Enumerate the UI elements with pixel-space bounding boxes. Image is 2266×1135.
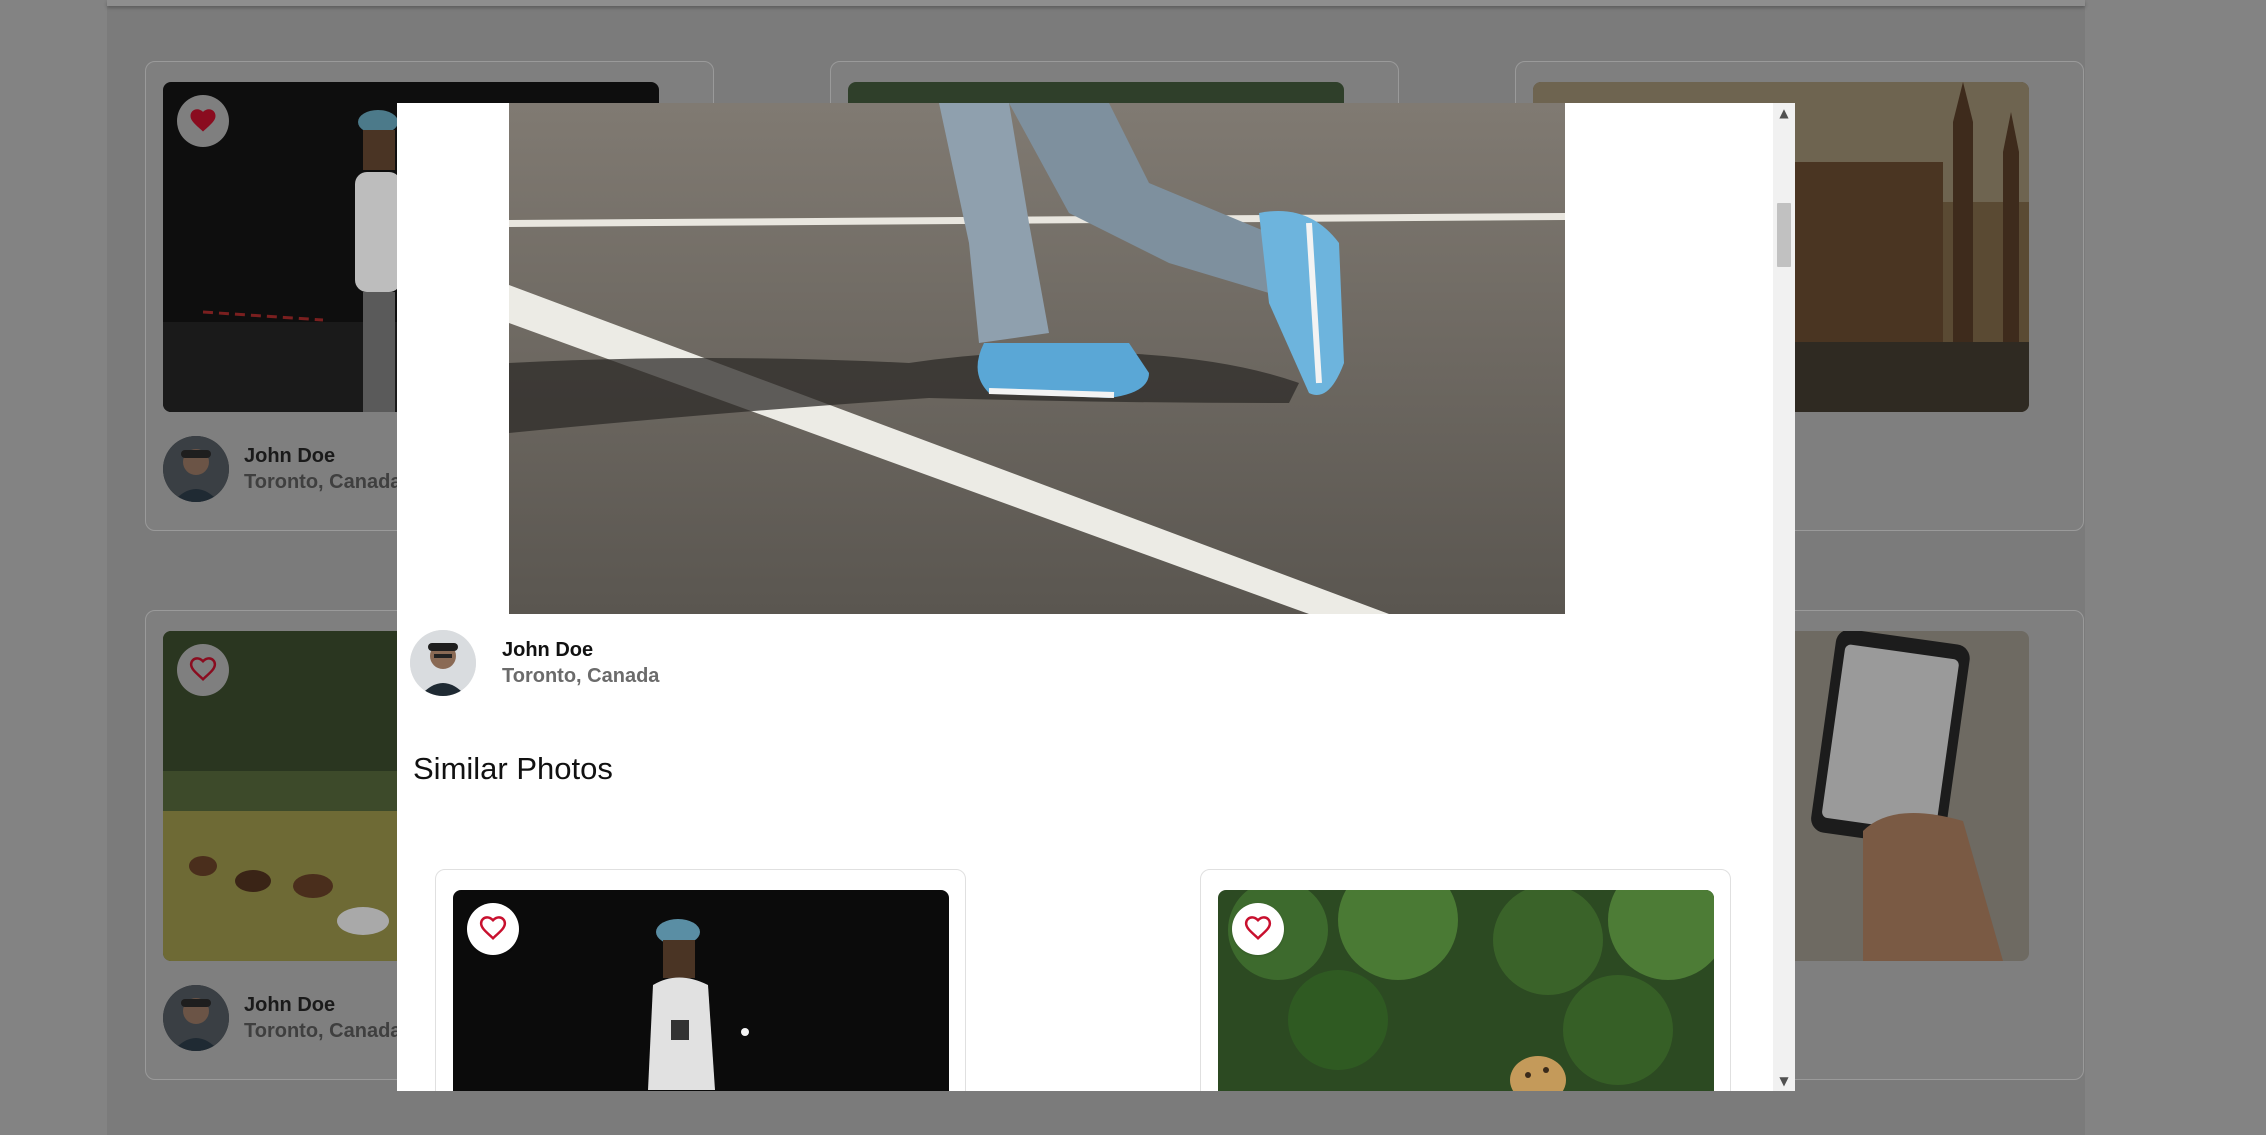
- heart-filled-icon: [188, 105, 218, 137]
- author-name: John Doe: [244, 445, 336, 467]
- author-name: John Doe: [244, 994, 336, 1016]
- similar-photos-heading: Similar Photos: [413, 751, 613, 786]
- card-photo[interactable]: [453, 890, 949, 1091]
- top-bar: [107, 0, 2085, 6]
- card-author: John Doe Toronto, Canada: [163, 436, 401, 502]
- like-button[interactable]: [467, 903, 519, 955]
- author-name: John Doe: [502, 639, 594, 661]
- author-location: Toronto, Canada: [244, 1020, 402, 1042]
- photo-modal: John Doe Toronto, Canada Similar Photos: [397, 103, 1795, 1091]
- card-photo[interactable]: [1218, 890, 1714, 1091]
- modal-author: John Doe Toronto, Canada: [410, 630, 659, 696]
- author-location: Toronto, Canada: [502, 665, 660, 687]
- similar-photo-card[interactable]: [435, 869, 966, 1091]
- card-author: John Doe Toronto, Canada: [163, 985, 401, 1051]
- similar-photo-card[interactable]: [1200, 869, 1731, 1091]
- heart-outline-icon: [1243, 913, 1273, 945]
- heart-outline-icon: [188, 654, 218, 686]
- scroll-thumb[interactable]: [1777, 203, 1791, 267]
- avatar[interactable]: [410, 630, 476, 696]
- like-button[interactable]: [177, 644, 229, 696]
- avatar[interactable]: [163, 436, 229, 502]
- modal-scrollbar[interactable]: ▲ ▼: [1773, 103, 1795, 1091]
- heart-outline-icon: [478, 913, 508, 945]
- author-location: Toronto, Canada: [244, 471, 402, 493]
- scroll-down-arrow-icon[interactable]: ▼: [1773, 1071, 1795, 1091]
- scroll-up-arrow-icon[interactable]: ▲: [1773, 103, 1795, 123]
- modal-main-photo[interactable]: [509, 103, 1565, 614]
- avatar[interactable]: [163, 985, 229, 1051]
- like-button[interactable]: [1232, 903, 1284, 955]
- like-button[interactable]: [177, 95, 229, 147]
